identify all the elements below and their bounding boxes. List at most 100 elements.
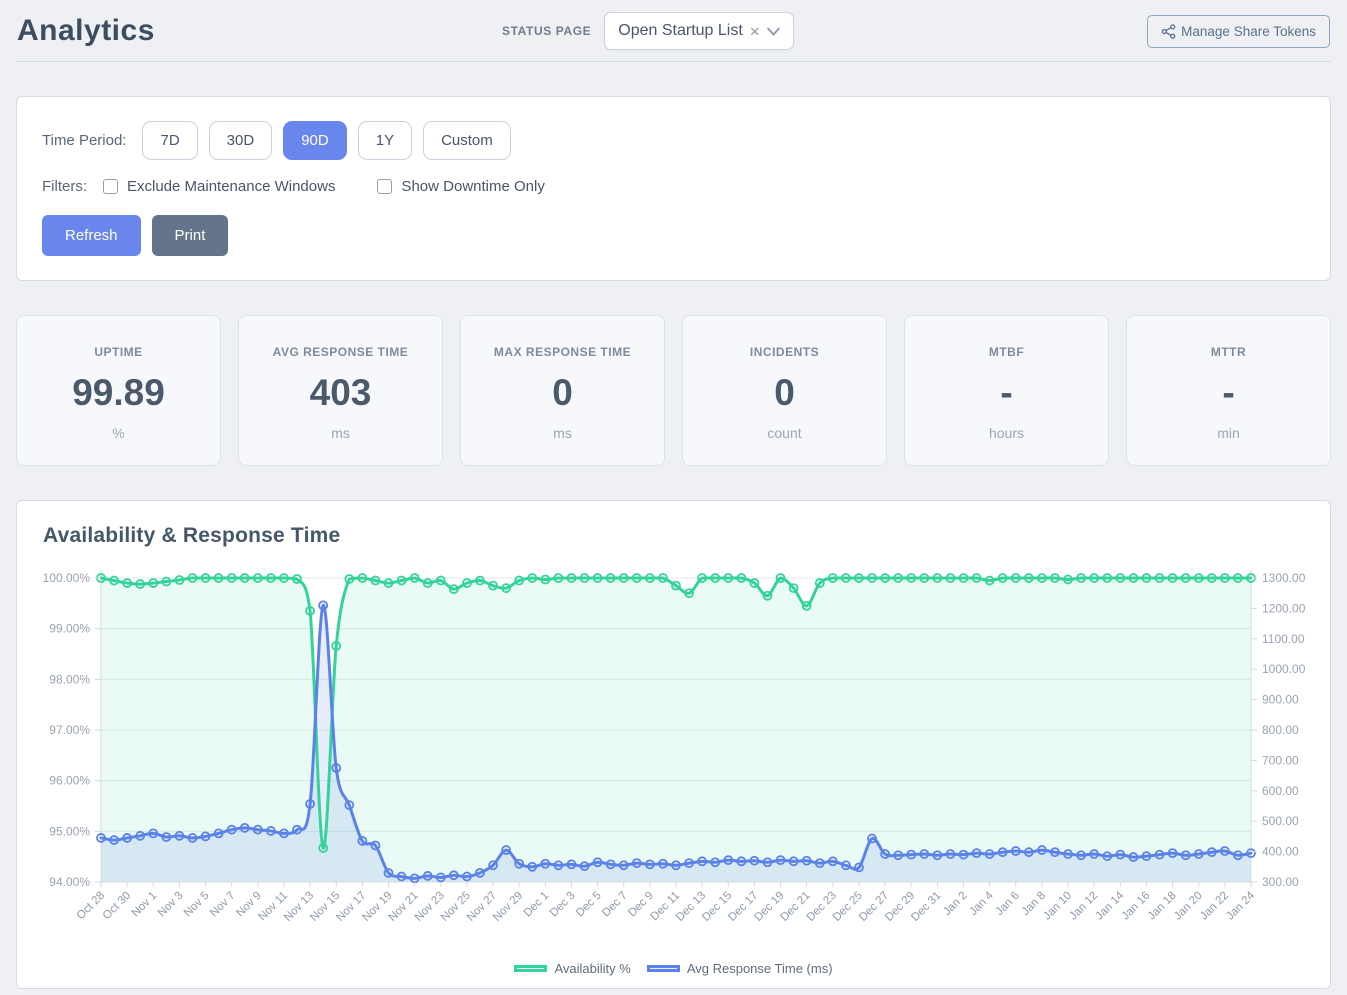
svg-text:99.00%: 99.00% — [49, 622, 90, 636]
stat-value: 0 — [691, 372, 878, 414]
header-divider — [16, 61, 1331, 62]
stat-unit: count — [691, 425, 878, 441]
svg-text:Jan 2: Jan 2 — [941, 890, 969, 918]
svg-text:Dec 7: Dec 7 — [600, 890, 630, 920]
svg-text:Jan 6: Jan 6 — [994, 890, 1022, 918]
svg-text:96.00%: 96.00% — [49, 774, 90, 788]
svg-text:Jan 4: Jan 4 — [967, 889, 996, 918]
stat-label: MTBF — [913, 345, 1100, 359]
status-page-picker: STATUS PAGE Open Startup List × — [502, 12, 794, 50]
time-period-label: Time Period: — [42, 132, 126, 149]
page-title: Analytics — [17, 14, 502, 48]
svg-text:Oct 30: Oct 30 — [101, 890, 133, 922]
stat-value: - — [1135, 372, 1322, 414]
period-button-7d[interactable]: 7D — [142, 121, 197, 160]
stat-card-incidents: INCIDENTS 0 count — [682, 315, 887, 466]
svg-text:400.00: 400.00 — [1262, 845, 1299, 859]
stat-value: 403 — [247, 372, 434, 414]
svg-text:Jan 22: Jan 22 — [1198, 890, 1231, 923]
period-button-1y[interactable]: 1Y — [358, 121, 412, 160]
chart-canvas: 100.00% 99.00% 98.00% 97.00% 96.00% 95.00% 94.… — [17, 554, 1330, 954]
svg-text:1000.00: 1000.00 — [1262, 662, 1306, 676]
checkbox-label: Exclude Maintenance Windows — [127, 178, 335, 195]
svg-text:Jan 24: Jan 24 — [1224, 889, 1257, 922]
chart-title: Availability & Response Time — [17, 524, 1330, 548]
stat-value: 99.89 — [25, 372, 212, 414]
svg-text:Dec 1: Dec 1 — [522, 890, 552, 920]
stat-card-mttr: MTTR - min — [1126, 315, 1331, 466]
stat-card-uptime: UPTIME99.89% — [16, 315, 221, 466]
svg-text:1300.00: 1300.00 — [1262, 571, 1306, 585]
stats-row: UPTIME99.89%AVG RESPONSE TIME403msMAX RE… — [16, 315, 1331, 466]
period-button-30d[interactable]: 30D — [209, 121, 273, 160]
svg-text:Jan 12: Jan 12 — [1067, 890, 1100, 923]
stat-unit: min — [1135, 425, 1322, 441]
clear-selection-icon[interactable]: × — [750, 23, 760, 40]
filter-option[interactable]: Exclude Maintenance Windows — [103, 178, 335, 195]
stat-label: UPTIME — [25, 345, 212, 359]
checkbox[interactable] — [377, 179, 392, 194]
svg-text:Dec 5: Dec 5 — [574, 890, 604, 920]
print-button[interactable]: Print — [152, 215, 229, 256]
svg-text:Dec 3: Dec 3 — [548, 890, 578, 920]
svg-text:97.00%: 97.00% — [49, 723, 90, 737]
svg-text:Jan 10: Jan 10 — [1041, 890, 1074, 923]
status-page-selected-value: Open Startup List — [618, 22, 743, 40]
svg-text:700.00: 700.00 — [1262, 753, 1299, 767]
chart-legend: Availability % Avg Response Time (ms) — [17, 961, 1330, 976]
svg-text:Nov 3: Nov 3 — [156, 890, 186, 920]
stat-label: MAX RESPONSE TIME — [469, 345, 656, 359]
chevron-down-icon[interactable] — [767, 27, 780, 36]
stat-label: AVG RESPONSE TIME — [247, 345, 434, 359]
period-button-90d[interactable]: 90D — [283, 121, 347, 160]
stat-unit: hours — [913, 425, 1100, 441]
period-buttons: 7D 30D 90D 1Y Custom — [142, 121, 521, 160]
svg-text:Jan 18: Jan 18 — [1146, 890, 1179, 923]
svg-text:Nov 1: Nov 1 — [130, 890, 160, 920]
stat-unit: ms — [247, 425, 434, 441]
svg-text:Nov 29: Nov 29 — [491, 890, 525, 924]
svg-text:Nov 7: Nov 7 — [208, 890, 238, 920]
legend-label: Availability % — [554, 961, 630, 976]
svg-text:Jan 16: Jan 16 — [1120, 890, 1153, 923]
checkbox[interactable] — [103, 179, 118, 194]
svg-text:Jan 20: Jan 20 — [1172, 890, 1205, 923]
svg-text:Nov 5: Nov 5 — [182, 890, 212, 920]
period-button-custom[interactable]: Custom — [423, 121, 511, 160]
legend-swatch — [514, 965, 547, 972]
manage-share-tokens-button[interactable]: Manage Share Tokens — [1147, 15, 1330, 48]
svg-text:1200.00: 1200.00 — [1262, 601, 1306, 615]
stat-label: MTTR — [1135, 345, 1322, 359]
svg-text:600.00: 600.00 — [1262, 784, 1299, 798]
stat-unit: ms — [469, 425, 656, 441]
filter-option[interactable]: Show Downtime Only — [377, 178, 544, 195]
svg-text:800.00: 800.00 — [1262, 723, 1299, 737]
svg-text:95.00%: 95.00% — [49, 824, 90, 838]
share-icon — [1161, 24, 1176, 39]
checkbox-label: Show Downtime Only — [401, 178, 544, 195]
availability-chart: 100.00% 99.00% 98.00% 97.00% 96.00% 95.00% 94.… — [17, 554, 1330, 959]
header: Analytics STATUS PAGE Open Startup List … — [0, 0, 1347, 52]
stat-card-avg-response-time: AVG RESPONSE TIME 403 ms — [238, 315, 443, 466]
refresh-button[interactable]: Refresh — [42, 215, 141, 256]
svg-text:900.00: 900.00 — [1262, 693, 1299, 707]
filter-panel: Time Period: 7D 30D 90D 1Y Custom Filters: E… — [16, 96, 1331, 281]
svg-text:1100.00: 1100.00 — [1262, 632, 1305, 646]
svg-text:Dec 31: Dec 31 — [909, 890, 943, 924]
manage-share-tokens-label: Manage Share Tokens — [1181, 24, 1316, 39]
filters-label: Filters: — [42, 178, 87, 195]
legend-item[interactable]: Avg Response Time (ms) — [647, 961, 833, 976]
svg-text:98.00%: 98.00% — [49, 672, 90, 686]
stat-value: 0 — [469, 372, 656, 414]
filter-checkboxes: Exclude Maintenance Windows Show Downtime… — [103, 178, 587, 195]
svg-text:100.00%: 100.00% — [43, 571, 91, 585]
legend-item[interactable]: Availability % — [514, 961, 630, 976]
svg-text:300.00: 300.00 — [1262, 875, 1299, 889]
status-page-select[interactable]: Open Startup List × — [604, 12, 793, 50]
svg-text:94.00%: 94.00% — [49, 875, 90, 889]
stat-value: - — [913, 372, 1100, 414]
legend-swatch — [647, 965, 680, 972]
status-page-label: STATUS PAGE — [502, 24, 591, 38]
stat-card-mtbf: MTBF - hours — [904, 315, 1109, 466]
stat-label: INCIDENTS — [691, 345, 878, 359]
